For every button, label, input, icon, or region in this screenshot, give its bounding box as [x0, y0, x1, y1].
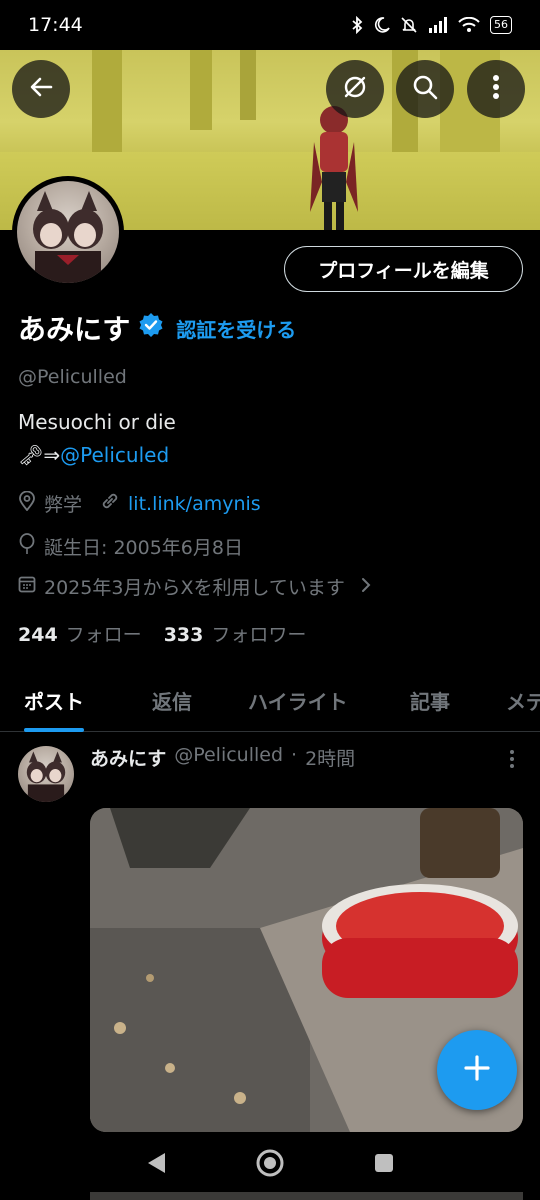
location-website-row: 弊学 lit.link/amynis: [18, 490, 261, 517]
android-nav-bar: [0, 1130, 540, 1200]
mute-icon: [400, 16, 418, 34]
display-name: あみにす: [18, 313, 131, 346]
profile-tabs: ポスト 返信 ハイライト 記事 メデ: [0, 668, 540, 732]
bio-mention-link[interactable]: @Peliculed: [60, 443, 169, 467]
location-pin-icon: [18, 490, 36, 516]
profile-handle: @Peliculled: [18, 366, 127, 388]
back-button[interactable]: [12, 60, 70, 118]
moon-icon: [374, 17, 390, 33]
arrow-left-icon: [27, 73, 55, 105]
search-icon: [411, 73, 439, 105]
followers-stat[interactable]: 333 フォロワー: [164, 620, 307, 647]
bio-line-2: 🗝⇒ @Peliculed: [18, 443, 169, 467]
nav-back-button[interactable]: [145, 1151, 167, 1179]
birthday-row: 誕生日: 2005年6月8日: [18, 533, 243, 560]
verified-badge-icon[interactable]: [138, 312, 164, 345]
more-dot: [510, 757, 514, 761]
followers-count: 333: [163, 624, 204, 646]
status-bar: 17:44 56: [0, 0, 540, 50]
banner-pillar: [92, 50, 122, 160]
post-author-avatar[interactable]: [18, 746, 74, 802]
nav-home-button[interactable]: [255, 1148, 285, 1182]
search-button[interactable]: [396, 60, 454, 118]
location-text: 弊学: [44, 494, 83, 516]
no-filter-button[interactable]: [326, 60, 384, 118]
tab-posts[interactable]: ポスト: [24, 668, 84, 732]
follow-stats: 244 フォロー 333 フォロワー: [18, 620, 306, 647]
plus-icon: [462, 1053, 492, 1087]
joined-row[interactable]: 2025年3月からXを利用しています: [18, 573, 371, 600]
more-dot: [510, 764, 514, 768]
post-time[interactable]: 2時間: [305, 744, 355, 771]
birthday-text: 誕生日: 2005年6月8日: [44, 537, 243, 559]
profile-avatar[interactable]: [12, 176, 124, 288]
following-count: 244: [18, 624, 58, 646]
following-stat[interactable]: 244 フォロー: [18, 620, 142, 647]
chevron-right-icon: [361, 576, 371, 598]
nav-recents-button[interactable]: [373, 1152, 395, 1178]
tab-articles[interactable]: 記事: [410, 668, 450, 732]
more-dot: [510, 750, 514, 754]
status-time: 17:44: [28, 14, 83, 36]
followers-label: フォロワー: [211, 624, 307, 646]
edit-profile-button[interactable]: プロフィールを編集: [284, 246, 523, 292]
post-more-button[interactable]: [500, 746, 524, 772]
battery-icon: 56: [490, 16, 512, 34]
tab-media[interactable]: メデ: [506, 668, 540, 732]
more-button[interactable]: [467, 60, 525, 118]
status-icons: 56: [350, 16, 512, 34]
wifi-icon: [458, 17, 480, 33]
post-header: あみにす @Peliculled · 2時間: [90, 744, 355, 771]
banner-pillar: [190, 50, 212, 130]
compose-post-button[interactable]: [437, 1030, 517, 1110]
banner-pillar: [240, 50, 256, 120]
signal-icon: [428, 17, 448, 33]
display-name-row: あみにす 認証を受ける: [18, 308, 296, 348]
more-vertical-icon: [492, 74, 500, 104]
balloon-icon: [18, 533, 36, 560]
avatar-image: [17, 181, 119, 283]
joined-text: 2025年3月からXを利用しています: [44, 577, 345, 599]
bio-line-1: Mesuochi or die: [18, 410, 176, 434]
post-author-handle[interactable]: @Peliculled: [174, 744, 283, 771]
bio-key-arrow: 🗝⇒: [18, 443, 61, 467]
banner-character-figure: [310, 106, 358, 230]
link-icon: [100, 491, 120, 516]
tab-replies[interactable]: 返信: [152, 668, 192, 732]
get-verified-link[interactable]: 認証を受ける: [176, 314, 296, 343]
following-label: フォロー: [65, 624, 142, 646]
post-author-name[interactable]: あみにす: [90, 744, 166, 771]
no-filter-icon: [341, 73, 369, 105]
calendar-icon: [18, 575, 36, 598]
tab-highlights[interactable]: ハイライト: [248, 668, 348, 732]
website-link[interactable]: lit.link/amynis: [128, 493, 261, 515]
bluetooth-icon: [350, 16, 364, 34]
post-separator: ·: [291, 744, 298, 766]
